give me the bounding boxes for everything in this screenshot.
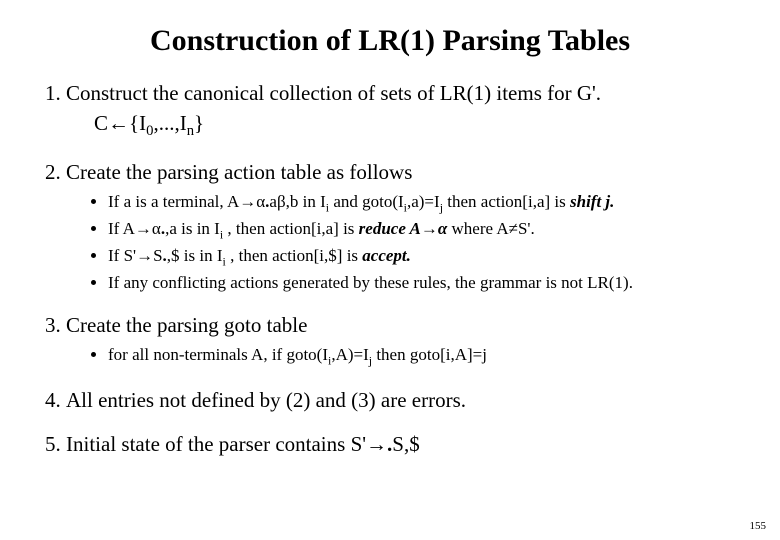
t: ,...,I <box>153 111 186 135</box>
page-title: Construction of LR(1) Parsing Tables <box>36 24 744 58</box>
t: Initial state of the parser contains S'→ <box>66 432 387 456</box>
reduce-label: reduce A→α <box>359 219 448 238</box>
t: , then action[i,$] is <box>226 246 362 265</box>
t: aβ,b in I <box>269 192 325 211</box>
shift-label: shift j. <box>570 192 614 211</box>
t: If S'→S <box>108 246 163 265</box>
item-3: Create the parsing goto table for all no… <box>66 312 744 369</box>
t: for all non-terminals A, if goto(I <box>108 345 328 364</box>
t: If a is a terminal, A→α <box>108 192 265 211</box>
t: ,$ is in I <box>167 246 223 265</box>
t: } <box>194 111 204 135</box>
item-3-b1: for all non-terminals A, if goto(Ii,A)=I… <box>108 344 744 369</box>
item-3-text: Create the parsing goto table <box>66 313 307 337</box>
item-4: All entries not defined by (2) and (3) a… <box>66 387 744 413</box>
item-2-bullets: If a is a terminal, A→α.aβ,b in Ii and g… <box>88 191 744 294</box>
item-2-b1: If a is a terminal, A→α.aβ,b in Ii and g… <box>108 191 744 216</box>
accept-label: accept. <box>362 246 411 265</box>
t: then goto[i,A]=j <box>372 345 487 364</box>
t: ,A)=I <box>331 345 368 364</box>
t: C←{I <box>94 111 146 135</box>
slide: Construction of LR(1) Parsing Tables Con… <box>0 0 780 540</box>
t: If A→α <box>108 219 161 238</box>
item-3-bullets: for all non-terminals A, if goto(Ii,A)=I… <box>88 344 744 369</box>
t: S,$ <box>392 432 419 456</box>
item-1-sub: C←{I0,...,In} <box>94 110 744 141</box>
item-2-text: Create the parsing action table as follo… <box>66 160 412 184</box>
item-1-text: Construct the canonical collection of se… <box>66 81 601 105</box>
page-number: 155 <box>750 520 767 532</box>
main-list: Construct the canonical collection of se… <box>36 80 744 457</box>
t: ,a)=I <box>407 192 440 211</box>
item-2-b2: If A→α.,a is in Ii , then action[i,a] is… <box>108 218 744 243</box>
t: and goto(I <box>329 192 404 211</box>
t: , then action[i,a] is <box>223 219 359 238</box>
item-4-text: All entries not defined by (2) and (3) a… <box>66 388 466 412</box>
sub-n: n <box>187 123 194 139</box>
item-5: Initial state of the parser contains S'→… <box>66 431 744 457</box>
t: If any conflicting actions generated by … <box>108 273 633 292</box>
t: then action[i,a] is <box>443 192 570 211</box>
t: ,a is in I <box>165 219 220 238</box>
item-1: Construct the canonical collection of se… <box>66 80 744 141</box>
item-2-b4: If any conflicting actions generated by … <box>108 272 744 294</box>
t: where A≠S'. <box>447 219 534 238</box>
item-2-b3: If S'→S.,$ is in Ii , then action[i,$] i… <box>108 245 744 270</box>
item-2: Create the parsing action table as follo… <box>66 159 744 294</box>
